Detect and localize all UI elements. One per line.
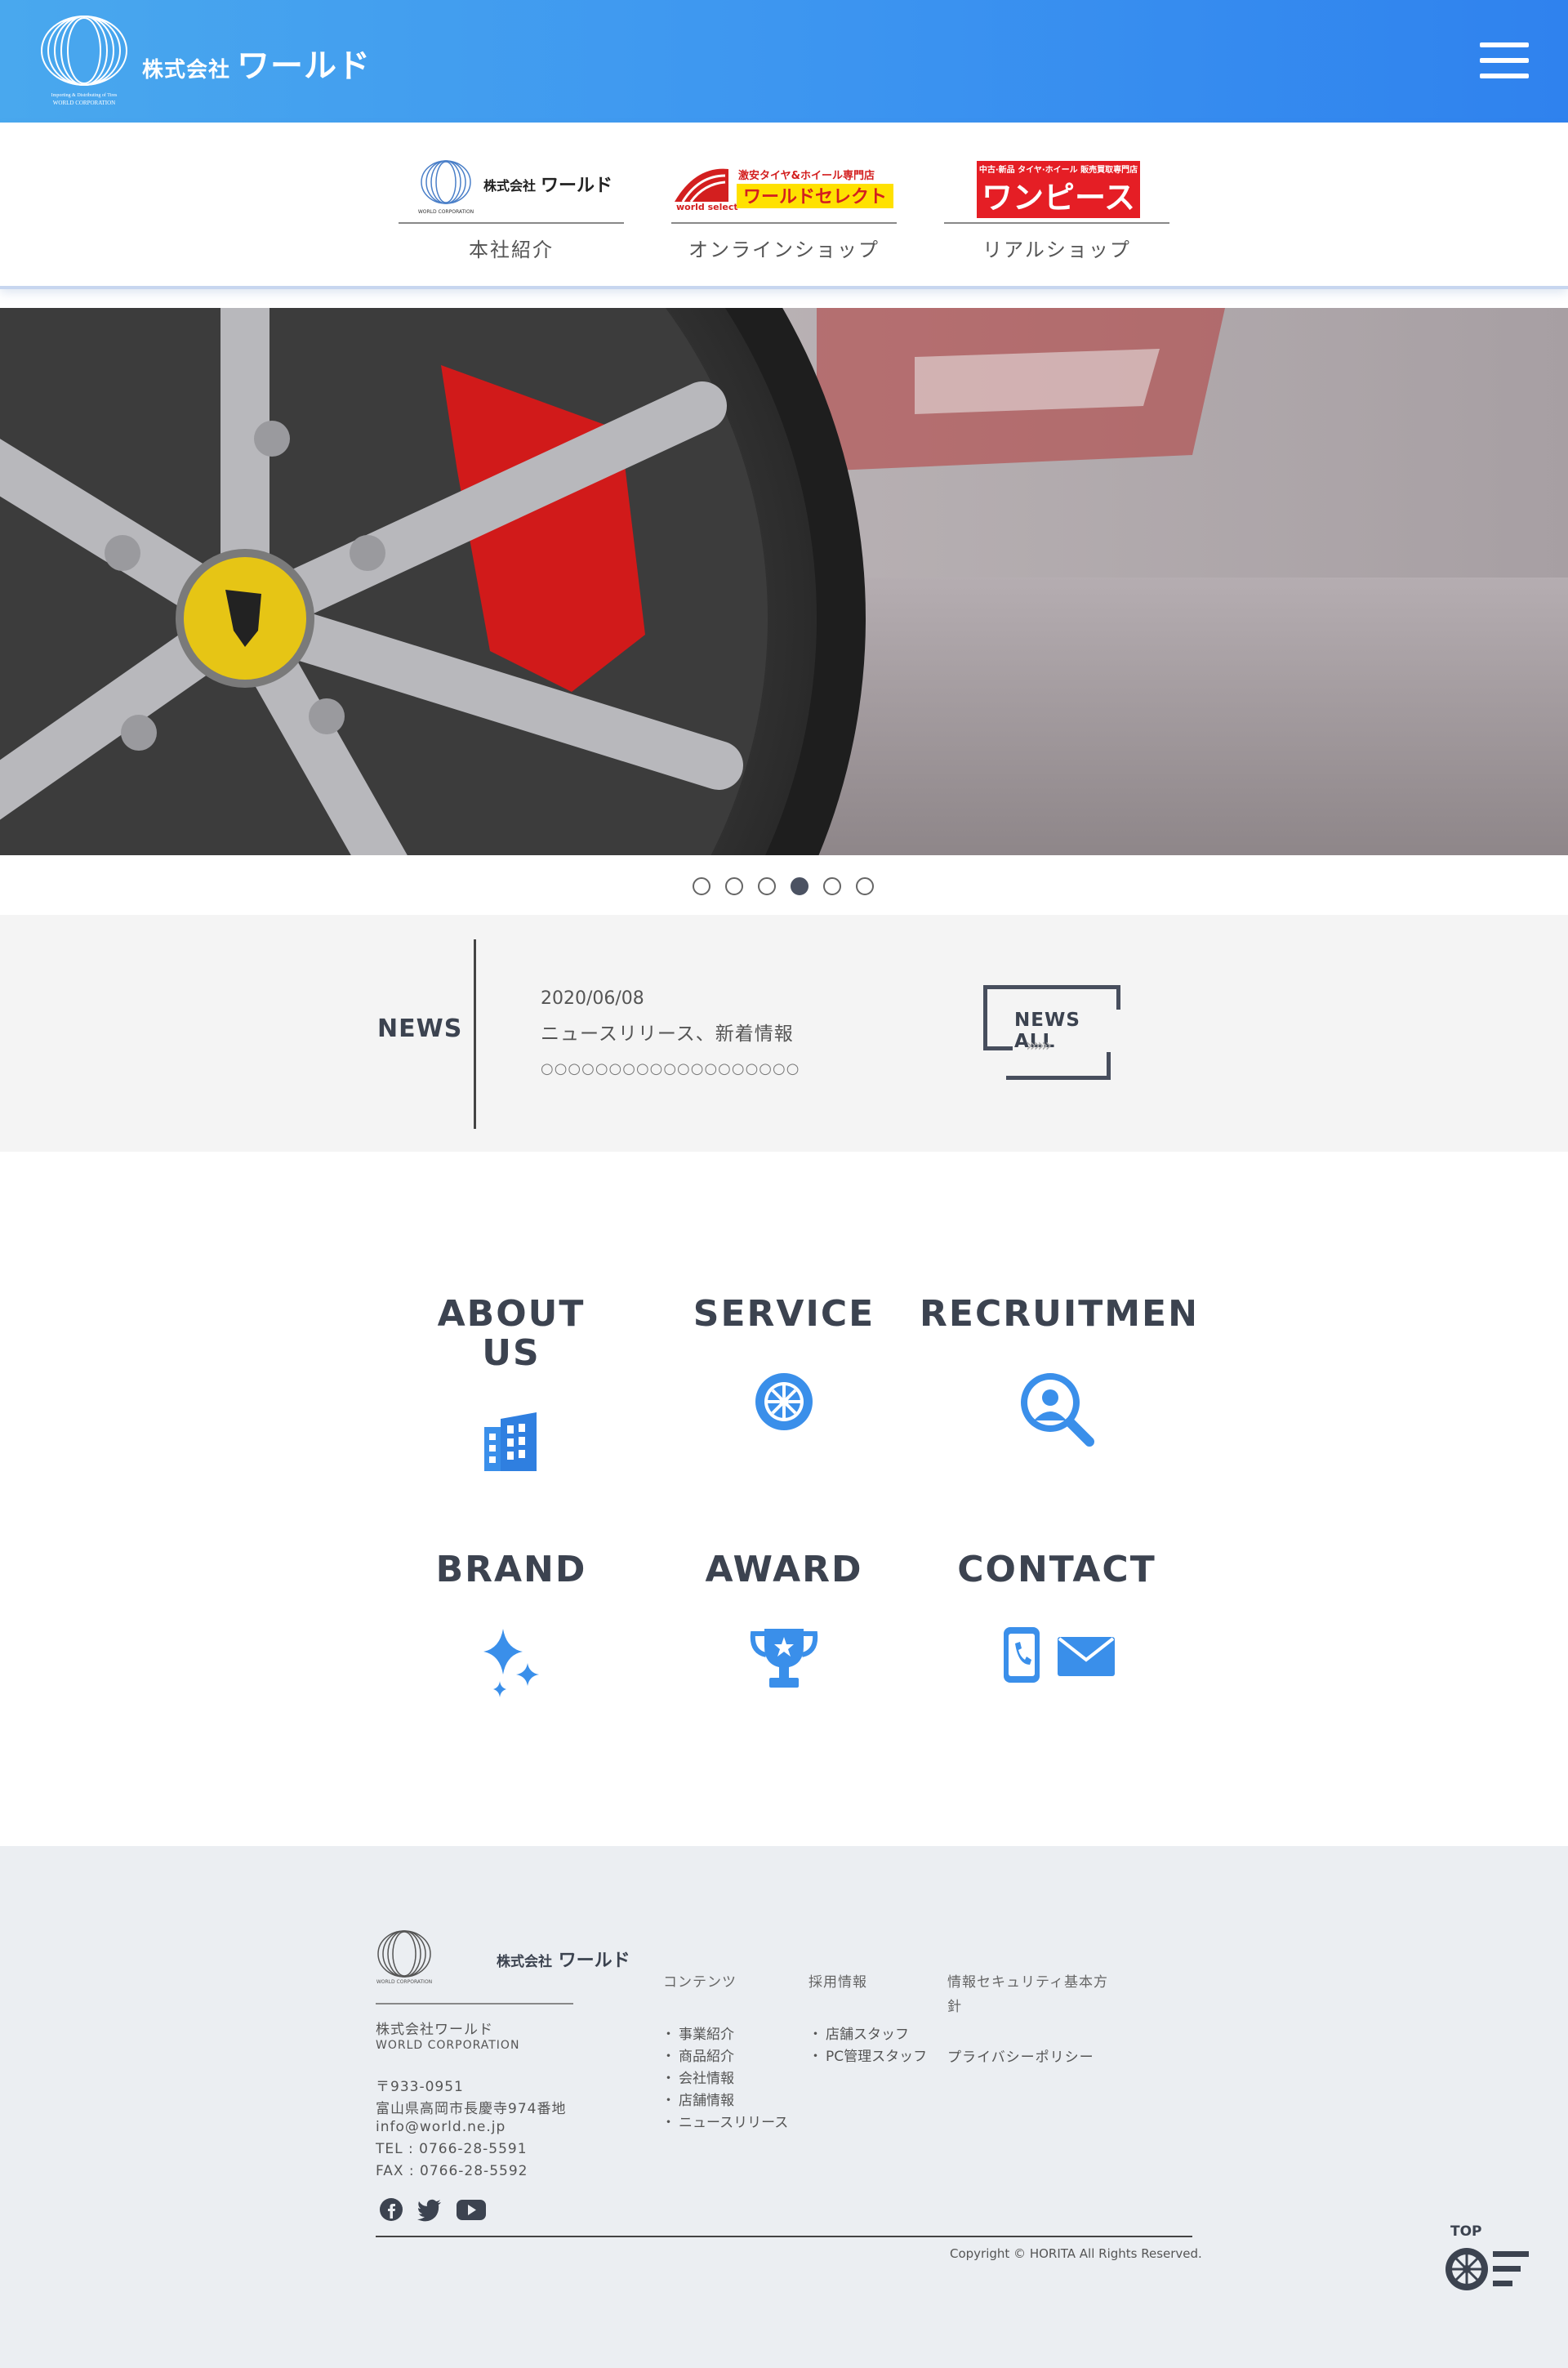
footer-link-news[interactable]: ニュースリリース <box>662 2112 788 2134</box>
world-logo-icon[interactable]: Importing & Distributing of Tires WORLD … <box>39 15 129 113</box>
svg-text:激安タイヤ&ホイール専門店: 激安タイヤ&ホイール専門店 <box>738 169 875 182</box>
tire-top-icon <box>1446 2248 1529 2290</box>
footer-security-heading-line1: 情報セキュリティ基本方 <box>947 1974 1108 1991</box>
copyright: Copyright © HORITA All Rights Reserved. <box>950 2246 1202 2261</box>
footer-logo-divider <box>376 2003 573 2005</box>
slider-dot[interactable] <box>856 877 874 895</box>
brand-bar: WORLD CORPORATION 株式会社 ワールド 本社紹介 world s… <box>0 123 1568 286</box>
svg-text:ワールド: ワールド <box>541 176 612 196</box>
footer-email[interactable]: info@world.ne.jp <box>376 2119 506 2135</box>
phone-mail-icon <box>944 1625 1169 1684</box>
svg-text:中古·新品 タイヤ·ホイール 販売買取専門店: 中古·新品 タイヤ·ホイール 販売買取専門店 <box>979 164 1138 175</box>
news-heading: NEWS <box>377 1015 463 1043</box>
news-section: NEWS 2020/06/08 ニュースリリース、新着情報 ○○○○○○○○○○… <box>0 915 1568 1152</box>
svg-text:WORLD CORPORATION: WORLD CORPORATION <box>376 1979 432 1985</box>
menu-title-contact: CONTACT <box>957 1549 1156 1590</box>
menu-title-brand: BRAND <box>435 1549 587 1590</box>
slider-dot[interactable] <box>725 877 743 895</box>
news-all-button[interactable]: NEWS ALL »»» <box>983 985 1122 1080</box>
svg-text:world select: world select <box>676 202 738 212</box>
footer-logo-name: ワールド <box>558 1951 630 1971</box>
trophy-icon <box>671 1627 897 1689</box>
brand-label-online: オンラインショップ <box>688 239 880 261</box>
svg-text:Importing & Distributing of Ti: Importing & Distributing of Tires <box>51 92 118 98</box>
top-label: TOP <box>1450 2223 1482 2240</box>
brand-online-shop[interactable]: world select 激安タイヤ&ホイール専門店 ワールドセレクト オンライ… <box>671 152 897 262</box>
footer-link-store-staff[interactable]: 店舗スタッフ <box>808 2024 927 2046</box>
brand-label-headquarters: 本社紹介 <box>469 239 554 261</box>
slider-dot[interactable] <box>693 877 710 895</box>
slider-dot[interactable] <box>823 877 841 895</box>
footer-contents-list: 事業紹介 商品紹介 会社情報 店舗情報 ニュースリリース <box>662 2024 788 2134</box>
svg-text:株式会社: 株式会社 <box>483 178 536 194</box>
brand-real-shop[interactable]: 中古·新品 タイヤ·ホイール 販売買取専門店 ワンピース リアルショップ <box>944 152 1169 262</box>
news-headline[interactable]: ニュースリリース、新着情報 <box>541 1018 794 1046</box>
person-search-icon <box>944 1370 1169 1448</box>
footer-link-stores[interactable]: 店舗情報 <box>662 2090 788 2112</box>
footer-security-heading[interactable]: 情報セキュリティ基本方 針 <box>947 1970 1108 2019</box>
facebook-icon[interactable] <box>379 2197 403 2225</box>
menu-title-about: ABOUT US <box>437 1293 586 1374</box>
footer-logo-text: 株式会社 ワールド <box>497 1946 630 1972</box>
footer-link-company[interactable]: 会社情報 <box>662 2068 788 2090</box>
footer-address: 富山県高岡市長慶寺974番地 <box>376 2101 567 2117</box>
site-header: Importing & Distributing of Tires WORLD … <box>0 0 1568 123</box>
menu-about-us[interactable]: ABOUT US <box>399 1295 624 1483</box>
footer-tel: TEL : 0766-28-5591 <box>376 2141 528 2157</box>
company-prefix: 株式会社 <box>142 58 231 83</box>
footer-recruit-list: 店舗スタッフ PC管理スタッフ <box>808 2024 927 2068</box>
youtube-icon[interactable] <box>456 2197 487 2225</box>
sparkle-icon <box>399 1627 624 1697</box>
svg-text:WORLD CORPORATION: WORLD CORPORATION <box>418 209 474 215</box>
svg-text:WORLD CORPORATION: WORLD CORPORATION <box>53 100 115 106</box>
hero-slider-image[interactable] <box>0 308 1568 855</box>
chevrons-right-icon: »»» <box>1026 1036 1052 1056</box>
news-date: 2020/06/08 <box>541 988 644 1009</box>
menu-title-service: SERVICE <box>693 1293 875 1335</box>
footer-link-business[interactable]: 事業紹介 <box>662 2024 788 2046</box>
menu-title-award: AWARD <box>705 1549 863 1590</box>
company-name[interactable]: 株式会社 ワールド <box>142 39 371 87</box>
onepiece-logo: 中古·新品 タイヤ·ホイール 販売買取専門店 ワンピース <box>944 152 1169 224</box>
footer-fax: FAX : 0766-28-5592 <box>376 2163 528 2179</box>
brand-label-real: リアルショップ <box>982 239 1131 261</box>
slider-dot-active[interactable] <box>791 877 808 895</box>
wheel-icon <box>671 1371 897 1432</box>
news-body: ○○○○○○○○○○○○○○○○○○○ <box>541 1060 800 1077</box>
menu-recruitment[interactable]: RECRUITMENT <box>920 1295 1194 1483</box>
company-brand: ワールド <box>237 47 372 85</box>
footer-company-en: WORLD CORPORATION <box>376 2039 520 2052</box>
footer-recruit-heading: 採用情報 <box>808 1974 867 1991</box>
menu-service[interactable]: SERVICE <box>671 1295 897 1483</box>
news-divider <box>474 939 476 1129</box>
footer-logo-prefix: 株式会社 <box>497 1954 552 1970</box>
slider-dots <box>693 877 875 897</box>
building-icon <box>399 1411 624 1473</box>
menu-award[interactable]: AWARD <box>671 1550 897 1714</box>
menu-contact[interactable]: CONTACT <box>944 1550 1169 1714</box>
footer-security-heading-line2: 針 <box>947 1999 962 2015</box>
menu-brand[interactable]: BRAND <box>399 1550 624 1714</box>
twitter-icon[interactable] <box>416 2197 443 2225</box>
footer-bottom-divider <box>376 2236 1192 2237</box>
menu-hamburger-icon[interactable] <box>1480 42 1529 82</box>
footer-postal: 〒933-0951 <box>376 2079 464 2095</box>
brand-headquarters[interactable]: WORLD CORPORATION 株式会社 ワールド 本社紹介 <box>399 152 624 262</box>
footer-contents-heading: コンテンツ <box>663 1974 737 1991</box>
back-to-top-button[interactable]: TOP <box>1442 2223 1532 2297</box>
svg-text:ワールドセレクト: ワールドセレクト <box>743 187 887 207</box>
footer-logo-icon[interactable]: WORLD CORPORATION <box>376 1929 433 1990</box>
footer-link-pc-staff[interactable]: PC管理スタッフ <box>808 2046 927 2068</box>
menu-title-recruitment: RECRUITMENT <box>920 1295 1194 1335</box>
svg-text:ワンピース: ワンピース <box>982 180 1135 216</box>
footer-link-products[interactable]: 商品紹介 <box>662 2046 788 2068</box>
footer-privacy-link[interactable]: プライバシーポリシー <box>947 2045 1094 2066</box>
world-select-logo: world select 激安タイヤ&ホイール専門店 ワールドセレクト <box>671 152 897 224</box>
slider-dot[interactable] <box>758 877 776 895</box>
world-corp-logo: WORLD CORPORATION 株式会社 ワールド <box>399 152 624 224</box>
footer-company-jp: 株式会社ワールド <box>376 2022 493 2038</box>
